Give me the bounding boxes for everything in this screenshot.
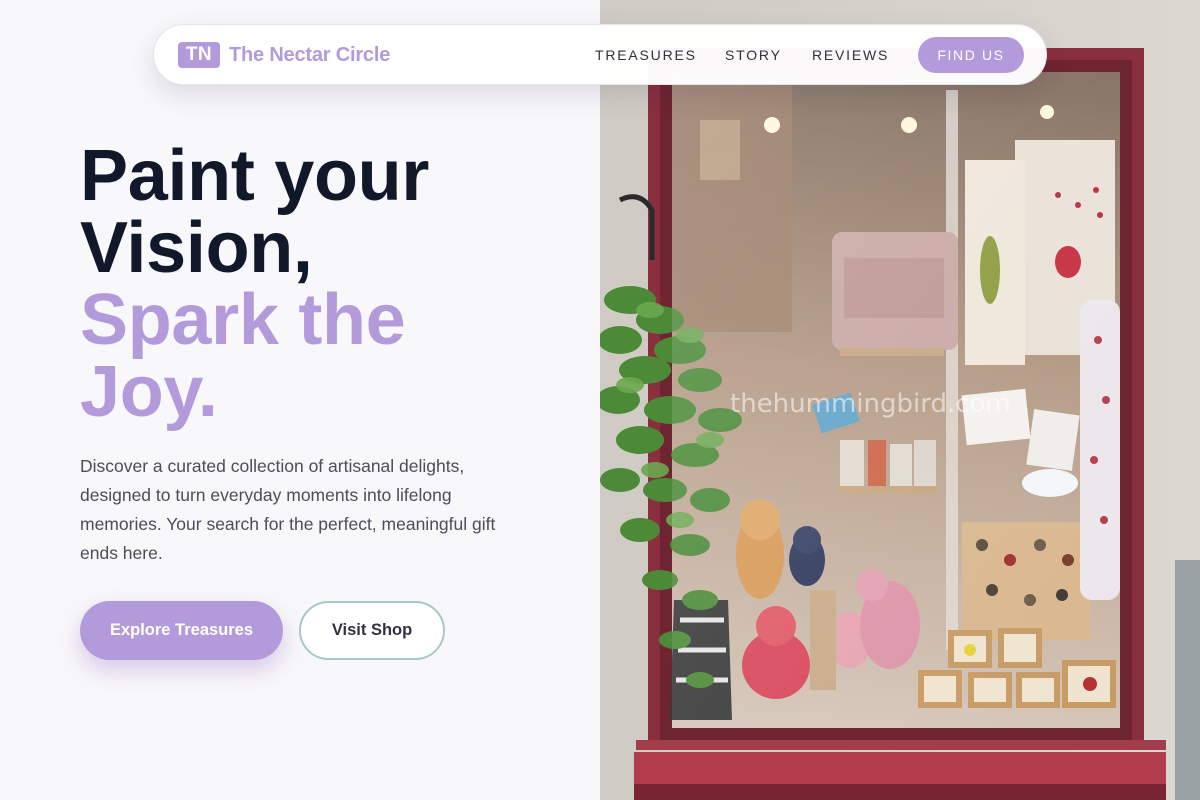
find-us-button[interactable]: FIND US [918, 37, 1024, 73]
hero-image-storefront: thehummingbird.com [600, 0, 1200, 800]
visit-shop-button[interactable]: Visit Shop [299, 601, 445, 660]
hero-description: Discover a curated collection of artisan… [80, 456, 496, 563]
headline-line-1: Paint your [80, 136, 430, 216]
nav-link-reviews[interactable]: REVIEWS [812, 47, 889, 63]
watermark-text: thehummingbird.com [730, 389, 1011, 419]
brand-logo[interactable]: TN The Nectar Circle [178, 42, 390, 68]
nav-link-story[interactable]: STORY [725, 47, 782, 63]
brand-badge: TN [178, 42, 220, 68]
headline-accent-line-2: Joy. [80, 352, 218, 432]
headline-accent-line-1: Spark the [80, 280, 406, 360]
brand-name: The Nectar Circle [229, 43, 391, 66]
shop-window-illustration: thehummingbird.com [600, 0, 1200, 800]
hero-headline: Paint your Vision, Spark the Joy. [80, 140, 560, 428]
explore-treasures-button[interactable]: Explore Treasures [80, 601, 283, 660]
nav-link-treasures[interactable]: TREASURES [595, 47, 697, 63]
headline-line-2: Vision, [80, 208, 313, 288]
top-navigation: TN The Nectar Circle TREASURES STORY REV… [153, 24, 1047, 85]
